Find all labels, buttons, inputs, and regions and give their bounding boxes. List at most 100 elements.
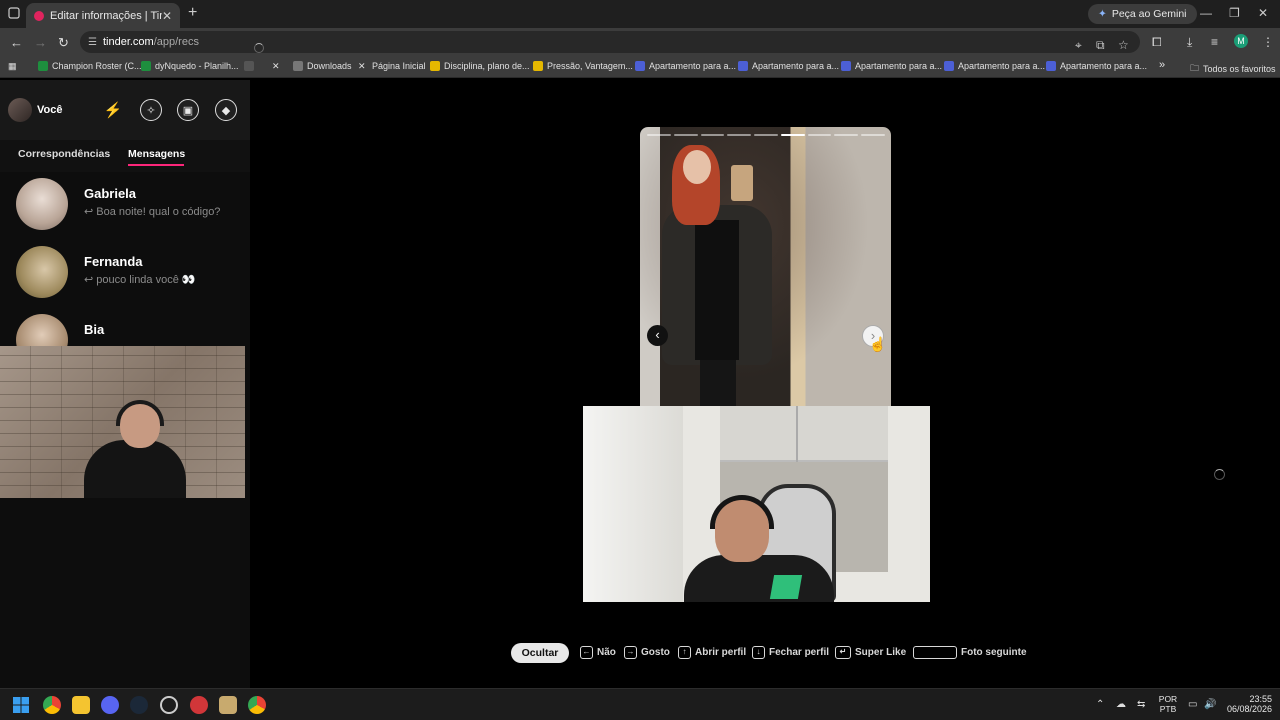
reading-list-icon[interactable]: ≡: [1211, 35, 1218, 49]
webcam-person-body: [684, 555, 834, 602]
download-icon[interactable]: ⤓: [1187, 35, 1192, 50]
bookmark-item[interactable]: ✕: [272, 61, 282, 71]
bookmark-favicon-icon: [738, 61, 748, 71]
bookmark-label: Apartamento para a...: [752, 61, 840, 71]
all-bookmarks-label: Todos os favoritos: [1203, 64, 1276, 74]
language-indicator[interactable]: POR PTB: [1158, 694, 1178, 714]
bookmark-favicon-icon: [1046, 61, 1056, 71]
conversation-name: Bia: [84, 322, 105, 337]
back-icon[interactable]: ←: [10, 35, 23, 50]
new-tab-button[interactable]: +: [188, 4, 197, 22]
menu-icon[interactable]: ⋮: [1262, 35, 1274, 49]
bookmark-label: Apartamento para a...: [855, 61, 943, 71]
bookmark-favicon-icon: [430, 61, 440, 71]
boost-icon[interactable]: ⚡: [102, 99, 124, 121]
address-bar[interactable]: ☰ tinder.com/app/recs ⌖ ⧉ ☆: [80, 31, 1140, 53]
conversation-item[interactable]: Fernanda ↩ pouco linda você 👀: [0, 246, 250, 312]
all-bookmarks-folder[interactable]: 🗀 Todos os favoritos: [1190, 61, 1276, 77]
webcam-cabinet-divider: [796, 406, 798, 462]
profile-avatar[interactable]: M: [1234, 34, 1248, 48]
network-status-icon[interactable]: ⇆: [1137, 699, 1145, 710]
tab-messages[interactable]: Mensagens: [128, 148, 185, 160]
location-icon[interactable]: ⌖: [1075, 38, 1082, 53]
bookmark-item[interactable]: Champion Roster (C...: [38, 61, 142, 71]
bookmark-item[interactable]: dyNquedo - Planilh...: [141, 61, 239, 71]
tab-matches[interactable]: Correspondências: [18, 148, 110, 160]
discord-icon[interactable]: [101, 696, 119, 714]
sidebar-tabs: Correspondências Mensagens: [0, 140, 250, 172]
photo-progress-bars: [647, 134, 886, 137]
display-icon[interactable]: ▭: [1188, 699, 1197, 710]
extensions-icon[interactable]: ⧠: [1152, 35, 1162, 50]
reload-icon[interactable]: ↻: [58, 35, 69, 51]
user-avatar[interactable]: [8, 98, 32, 122]
mouse-cursor-icon: ☝: [869, 336, 887, 352]
close-window-icon[interactable]: ✕: [1258, 6, 1268, 20]
forward-icon[interactable]: →: [34, 35, 47, 50]
steam-icon[interactable]: [130, 696, 148, 714]
obs-icon[interactable]: [160, 696, 178, 714]
bookmark-item[interactable]: Downloads: [293, 61, 352, 71]
league-of-legends-icon[interactable]: [219, 696, 237, 714]
explore-icon[interactable]: ✧: [140, 99, 162, 121]
riot-client-icon[interactable]: [190, 696, 208, 714]
photo-figure-dress: [695, 220, 739, 360]
hide-shortcuts-button[interactable]: Ocultar: [511, 643, 569, 663]
browser-tab-tinder[interactable]: Editar informações | Tinder ✕: [26, 3, 180, 28]
photo-progress-segment: [647, 134, 671, 136]
shield-icon[interactable]: ◆: [215, 99, 237, 121]
clock[interactable]: 23:55 06/08/2026: [1226, 694, 1272, 714]
bookmark-favicon-icon: [841, 61, 851, 71]
photo-progress-segment: [673, 134, 698, 136]
bookmark-star-icon[interactable]: ☆: [1118, 38, 1129, 52]
shortcut-close-profile: ↓ Fechar perfil: [752, 646, 829, 659]
bookmark-item[interactable]: ✕ Página Inicial: [358, 61, 426, 71]
bookmark-favicon-icon: [141, 61, 151, 71]
briefcase-icon[interactable]: ▣: [177, 99, 199, 121]
more-bookmarks-button[interactable]: »: [1159, 59, 1165, 71]
bookmark-item[interactable]: [244, 61, 254, 71]
file-explorer-icon[interactable]: [72, 696, 90, 714]
bookmark-favicon-icon: [244, 61, 254, 71]
volume-icon[interactable]: 🔊: [1204, 699, 1216, 710]
photo-progress-segment: [700, 134, 725, 136]
bookmark-item[interactable]: Pressão, Vantagem...: [533, 61, 633, 71]
bookmark-item[interactable]: Apartamento para a...: [738, 61, 839, 71]
shortcut-label: Gosto: [641, 647, 670, 658]
previous-photo-button[interactable]: ‹: [647, 325, 668, 346]
conversation-item[interactable]: Gabriela ↩ Boa noite! qual o código?: [0, 178, 250, 244]
down-arrow-key-icon: ↓: [752, 646, 765, 659]
photo-figure-legs: [700, 360, 736, 407]
cloud-icon[interactable]: ☁: [1116, 699, 1126, 710]
shortcut-super-like: ↵ Super Like: [835, 646, 906, 659]
photo-progress-segment: [834, 134, 859, 136]
windows-start-icon[interactable]: [13, 697, 29, 713]
site-info-icon[interactable]: ☰: [88, 37, 97, 48]
shortcut-open-profile: ↑ Abrir perfil: [678, 646, 746, 659]
install-app-icon[interactable]: ⧉: [1096, 38, 1105, 53]
bookmark-item[interactable]: Apartamento para a...: [1046, 61, 1147, 71]
bookmark-label: Apartamento para a...: [1060, 61, 1148, 71]
bookmark-label: Página Inicial: [372, 61, 426, 71]
sparkle-icon: ✦: [1098, 8, 1107, 20]
user-name[interactable]: Você: [37, 104, 62, 116]
restore-icon[interactable]: ❐: [1229, 6, 1240, 20]
photo-figure-face: [683, 150, 711, 184]
bookmark-favicon-icon: [293, 61, 303, 71]
bookmark-item[interactable]: Apartamento para a...: [635, 61, 736, 71]
chrome-profile-taskbar-icon[interactable]: [248, 696, 266, 714]
bookmark-item[interactable]: Apartamento para a...: [944, 61, 1045, 71]
chrome-taskbar-icon[interactable]: [43, 696, 61, 714]
shortcut-label: Fechar perfil: [769, 647, 830, 658]
tab-search-icon[interactable]: [8, 7, 20, 19]
bookmark-item[interactable]: Apartamento para a...: [841, 61, 942, 71]
bookmark-item[interactable]: Disciplina, plano de...: [430, 61, 530, 71]
folder-icon: 🗀: [1190, 63, 1200, 73]
show-hidden-icons-icon[interactable]: ⌃: [1096, 699, 1104, 710]
webcam-cabinet: [720, 406, 888, 462]
minimize-icon[interactable]: —: [1200, 6, 1212, 20]
close-tab-icon[interactable]: ✕: [162, 9, 172, 23]
bookmark-favicon-icon: [635, 61, 645, 71]
gemini-button[interactable]: ✦ Peça ao Gemini: [1088, 4, 1197, 24]
apps-grid-icon[interactable]: ▦: [8, 61, 17, 72]
